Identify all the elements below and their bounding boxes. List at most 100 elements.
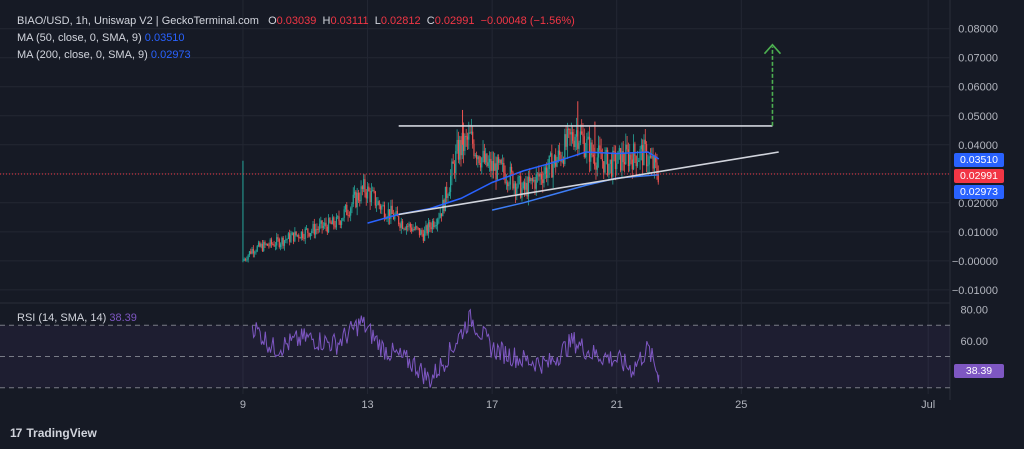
candle-body bbox=[335, 216, 337, 228]
candle-body bbox=[348, 215, 350, 217]
candle-body bbox=[431, 221, 434, 230]
candle-body bbox=[315, 228, 317, 235]
candle-body bbox=[639, 149, 641, 161]
candle-body bbox=[286, 238, 288, 240]
candle-body bbox=[625, 144, 627, 164]
candle-body bbox=[652, 156, 654, 169]
price-chart[interactable]: 0.08000 0.07000 0.06000 0.05000 0.04000 0.030… bbox=[0, 0, 1024, 449]
candle-body bbox=[421, 230, 423, 234]
candle-body bbox=[268, 245, 270, 247]
candle-body bbox=[475, 154, 478, 160]
candle-body bbox=[446, 186, 448, 198]
candle-body bbox=[407, 226, 409, 227]
candle-body bbox=[255, 251, 257, 253]
candle-body bbox=[494, 163, 496, 171]
candle-body bbox=[278, 239, 280, 247]
candle-body bbox=[418, 228, 421, 236]
candle-body bbox=[533, 179, 535, 181]
candle-body bbox=[300, 231, 302, 239]
rsi-legend[interactable]: RSI (14, SMA, 14) 38.39 bbox=[17, 312, 137, 324]
candle-body bbox=[629, 154, 631, 167]
candle-body bbox=[482, 150, 484, 158]
candle-body bbox=[453, 163, 456, 174]
candle-body bbox=[383, 205, 386, 219]
tradingview-brand[interactable]: 17 TradingView bbox=[10, 426, 97, 440]
candle-body bbox=[540, 173, 543, 180]
candle-body bbox=[340, 220, 343, 225]
y-tick-label: 0.02000 bbox=[958, 198, 998, 210]
candle-body bbox=[413, 229, 415, 230]
time-axis[interactable]: 9 13 17 21 25 Jul bbox=[240, 399, 935, 411]
candle-body bbox=[347, 215, 349, 216]
candle-body bbox=[303, 237, 305, 239]
candle-body bbox=[355, 191, 357, 208]
candle-body bbox=[326, 226, 328, 233]
x-tick-label: 13 bbox=[361, 399, 373, 411]
candle-body bbox=[486, 153, 488, 166]
candle-body bbox=[291, 232, 293, 236]
candle-body bbox=[311, 230, 313, 234]
candle-body bbox=[265, 243, 267, 245]
candle-body bbox=[346, 204, 348, 216]
ma50-legend[interactable]: MA (50, close, 0, SMA, 9) 0.03510 bbox=[17, 32, 185, 44]
candle-body bbox=[462, 132, 465, 151]
candle-body bbox=[503, 162, 505, 173]
candle-body bbox=[422, 233, 424, 241]
candle-body bbox=[417, 227, 419, 229]
candle-body bbox=[320, 220, 322, 224]
x-tick-label: 17 bbox=[486, 399, 498, 411]
candle-body bbox=[522, 182, 524, 189]
close-price-tag: 0.02991 bbox=[954, 169, 1004, 183]
candle-body bbox=[614, 152, 617, 170]
candle-body bbox=[257, 242, 260, 247]
candle-body bbox=[548, 155, 550, 170]
candle-body bbox=[596, 157, 598, 170]
candle-body bbox=[405, 226, 408, 230]
candle-body bbox=[587, 136, 589, 139]
x-tick-label: 9 bbox=[240, 399, 246, 411]
candle-body bbox=[246, 259, 248, 261]
candle-body bbox=[357, 192, 360, 201]
candle-body bbox=[478, 156, 480, 164]
rsi-pane bbox=[0, 308, 950, 389]
candle-body bbox=[299, 237, 301, 239]
candle-body bbox=[470, 131, 472, 134]
candle-body bbox=[581, 131, 583, 134]
candle-body bbox=[500, 159, 502, 164]
open-value: 0.03039 bbox=[276, 15, 317, 27]
candle-body bbox=[382, 205, 384, 207]
candle-body bbox=[363, 179, 365, 190]
ma200-legend[interactable]: MA (200, close, 0, SMA, 9) 0.02973 bbox=[17, 49, 191, 61]
candle-body bbox=[411, 227, 413, 232]
candle-body bbox=[534, 179, 536, 189]
candle-body bbox=[552, 164, 554, 178]
candle-body bbox=[631, 159, 633, 170]
candle-body bbox=[452, 161, 454, 164]
candle-body bbox=[338, 216, 340, 222]
candle-body bbox=[586, 138, 588, 152]
candle-body bbox=[352, 194, 354, 204]
candle-body bbox=[309, 233, 312, 237]
candle-body bbox=[582, 133, 584, 137]
candle-body bbox=[479, 163, 482, 168]
candle-body bbox=[651, 156, 653, 158]
candle-body bbox=[302, 231, 304, 238]
candle-body bbox=[638, 160, 640, 162]
candle-body bbox=[456, 139, 458, 152]
change-value: −0.00048 (−1.56%) bbox=[480, 15, 575, 27]
candle-body bbox=[531, 178, 533, 181]
candle-body bbox=[595, 165, 597, 170]
candle-body bbox=[281, 237, 283, 245]
candle-body bbox=[601, 159, 604, 162]
candle-body bbox=[373, 190, 375, 192]
ma200-value: 0.02973 bbox=[150, 49, 191, 61]
candle-body bbox=[285, 239, 287, 241]
candle-body bbox=[439, 213, 441, 218]
y-tick-label: 0.08000 bbox=[958, 24, 998, 36]
candle-body bbox=[366, 186, 369, 199]
candle-body bbox=[316, 228, 318, 230]
candle-body bbox=[492, 160, 495, 171]
candle-body bbox=[657, 174, 659, 183]
candle-body bbox=[604, 154, 606, 173]
candle-body bbox=[356, 192, 358, 208]
